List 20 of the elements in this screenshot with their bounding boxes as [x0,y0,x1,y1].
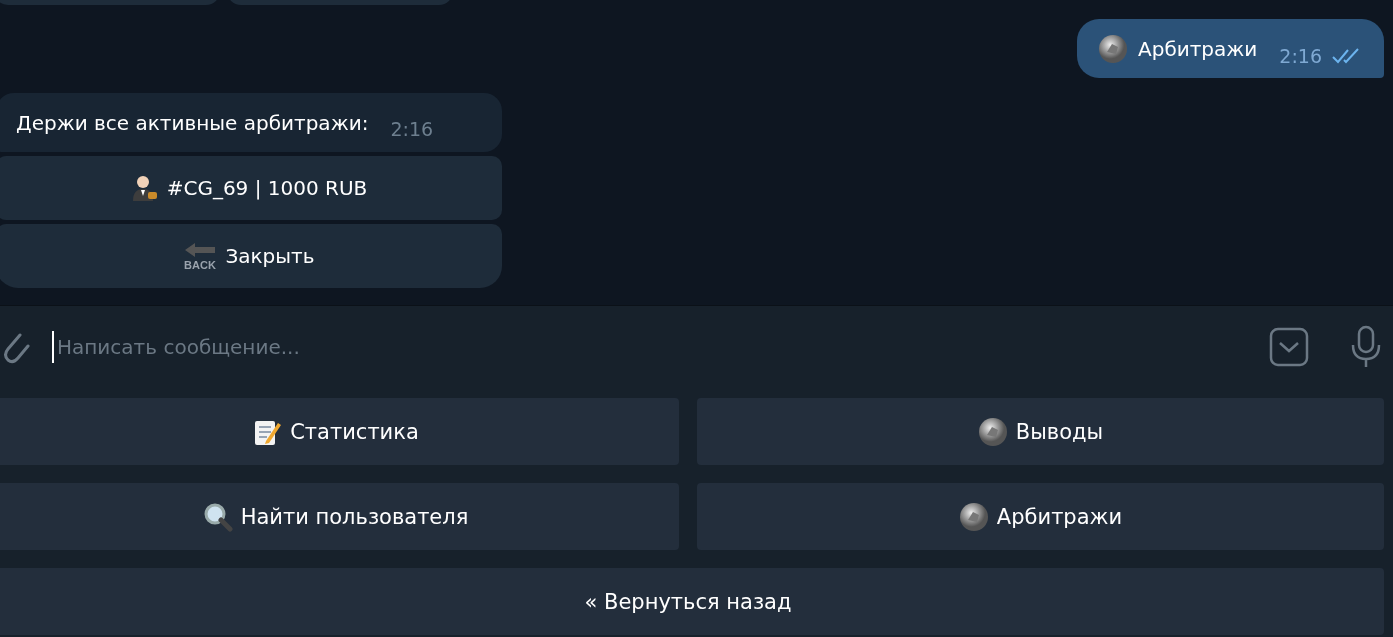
message-input[interactable]: Написать сообщение... [52,331,1269,363]
keyboard-button[interactable]: Статистика [0,398,679,465]
keyboard-button[interactable]: Выводы [697,398,1384,465]
message-time: 2:16 [390,117,434,140]
coin-icon [958,501,989,532]
search-icon [202,501,233,532]
microphone-icon[interactable] [1349,325,1383,369]
inline-button[interactable]: BACK Закрыть [0,224,502,288]
message-text: Арбитражи [1138,36,1258,61]
inline-button[interactable]: #CG_69 | 1000 RUB [0,156,502,220]
keyboard-button[interactable]: Арбитражи [697,483,1384,550]
coin-icon [1098,33,1128,64]
keyboard-button[interactable]: Найти пользователя [0,483,679,550]
keyboard-button[interactable]: « Вернуться назад [0,568,1384,635]
message-composer[interactable]: Написать сообщение... [0,305,1393,388]
person-icon [130,174,159,202]
message-time: 2:16 [1279,44,1322,67]
keyboard-toggle-icon[interactable] [1269,327,1309,367]
message-text: Держи все активные арбитражи: [16,110,369,135]
coin-icon [977,416,1008,447]
